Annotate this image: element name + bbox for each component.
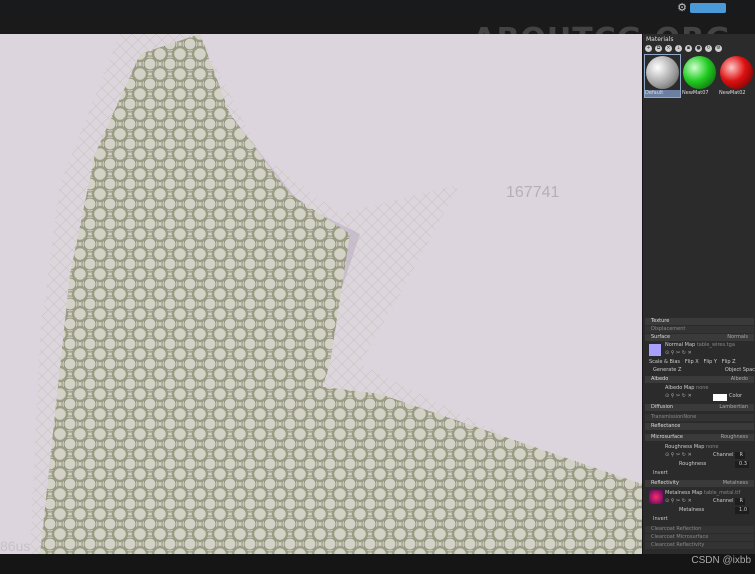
normal-map-label: Normal Map	[665, 342, 696, 348]
select-icon[interactable]: ●	[695, 45, 702, 52]
albedo-map-row: Albedo Map none	[665, 384, 755, 392]
folder-icon[interactable]: ▪	[685, 45, 692, 52]
metalness-map-thumb[interactable]	[649, 490, 663, 504]
top-badge-button[interactable]	[690, 3, 726, 13]
roughness-map-row: Roughness Map none	[665, 443, 755, 451]
metalness-channel-label: Channel	[713, 498, 734, 504]
roughness-map-label: Roughness Map	[665, 444, 705, 450]
material-item-newmat07[interactable]: NewMat07	[682, 55, 717, 97]
material-ball-icon	[683, 56, 716, 89]
status-bar	[0, 554, 755, 574]
section-label: Microsurface	[651, 434, 683, 440]
panel-title: Materials	[646, 36, 674, 43]
generate-z-label: Generate Z	[653, 367, 682, 373]
material-item-default[interactable]: Default	[644, 54, 681, 98]
section-reflectance[interactable]: Reflectance	[645, 423, 754, 430]
section-mode: Lambertian	[719, 404, 748, 410]
material-list: Default NewMat07 NewMat02	[644, 54, 754, 98]
material-label: Default	[645, 90, 680, 97]
normal-map-tools[interactable]: ⊙ ⚲ ✂ ↻ ✕	[665, 349, 755, 357]
scale-bias-row[interactable]: Scale & Bias Flip X Flip Y Flip Z	[649, 358, 755, 366]
metalness-channel-select[interactable]: R	[735, 498, 745, 505]
flip-x-label: Flip X	[684, 359, 699, 365]
section-label: Albedo	[651, 376, 669, 382]
section-mode: Albedo	[730, 376, 748, 382]
roughness-value[interactable]: 0.3	[735, 461, 749, 468]
metalness-map-label: Metalness Map	[665, 490, 703, 496]
gear-icon[interactable]: ⚙	[676, 2, 688, 14]
refresh-icon[interactable]: ↻	[705, 45, 712, 52]
section-mode: None	[683, 414, 697, 420]
material-label: NewMat07	[682, 90, 709, 96]
delete-icon[interactable]: ×	[665, 45, 672, 52]
section-clearcoat-microsurface[interactable]: Clearcoat Microsurface	[645, 534, 754, 541]
materials-panel: Materials + ⧉ × ↓ ▪ ● ↻ ⚙ Default NewMat…	[642, 34, 755, 554]
3d-viewport[interactable]: 167741	[0, 34, 642, 554]
roughness-channel-label: Channel	[713, 452, 734, 458]
albedo-map-file: none	[696, 385, 709, 391]
top-bar: ⚙	[0, 0, 755, 16]
flip-z-label: Flip Z	[721, 359, 736, 365]
color-label: Color	[729, 393, 743, 399]
metalness-map-file: table_metal.tif	[704, 490, 741, 496]
section-clearcoat-reflectivity[interactable]: Clearcoat Reflectivity	[645, 542, 754, 549]
title-bar: ABOUTCG.ORG	[0, 16, 755, 57]
panel-toolbar: + ⧉ × ↓ ▪ ● ↻ ⚙	[645, 45, 722, 52]
section-surface[interactable]: Surface Normals	[645, 334, 754, 341]
object-space-label: Object Space	[724, 367, 755, 373]
section-mode: Metalness	[722, 480, 748, 486]
section-label: Surface	[651, 334, 671, 340]
color-swatch[interactable]	[713, 394, 727, 401]
section-clearcoat-reflection[interactable]: Clearcoat Reflection	[645, 526, 754, 533]
generate-row[interactable]: Generate Z Object Space	[653, 366, 755, 374]
invert-toggle-2[interactable]: Invert	[653, 515, 755, 523]
section-transmission[interactable]: TransmissionNone	[645, 414, 754, 421]
flip-y-label: Flip Y	[703, 359, 717, 365]
settings-icon[interactable]: ⚙	[715, 45, 722, 52]
import-icon[interactable]: ↓	[675, 45, 682, 52]
material-ball-icon	[646, 56, 679, 89]
normal-map-thumb[interactable]	[649, 344, 661, 356]
section-reflectivity[interactable]: Reflectivity Metalness	[645, 480, 754, 487]
poly-count: 167741	[506, 184, 560, 201]
add-icon[interactable]: +	[645, 45, 652, 52]
duplicate-icon[interactable]: ⧉	[655, 45, 662, 52]
section-label: Reflectivity	[651, 480, 679, 486]
material-label: NewMat02	[719, 90, 746, 96]
credit-text: CSDN @ixbb	[691, 555, 751, 566]
section-label: Diffusion	[651, 404, 674, 410]
section-mode: Normals	[727, 334, 748, 340]
metalness-value[interactable]: 1.0	[735, 507, 749, 514]
material-item-newmat02[interactable]: NewMat02	[719, 55, 754, 97]
material-ball-icon	[720, 56, 753, 89]
section-diffusion[interactable]: Diffusion Lambertian	[645, 404, 754, 411]
section-label: Transmission	[651, 414, 684, 420]
section-displacement[interactable]: Displacement	[645, 326, 754, 333]
section-texture[interactable]: Texture	[645, 318, 754, 325]
invert-toggle[interactable]: Invert	[653, 469, 755, 477]
section-microsurface[interactable]: Microsurface Roughness	[645, 434, 754, 441]
scale-bias-label: Scale & Bias	[649, 359, 681, 365]
metalness-map-row: Metalness Map table_metal.tif	[665, 489, 755, 497]
normal-map-file: table_wires.tga	[696, 342, 735, 348]
roughness-map-file: none	[706, 444, 719, 450]
section-mode: Roughness	[720, 434, 748, 440]
normal-map-row: Normal Map table_wires.tga	[665, 341, 755, 349]
roughness-channel-select[interactable]: R	[735, 452, 745, 459]
frame-time: 86us	[0, 538, 31, 554]
chainmail-mesh-render	[0, 34, 642, 554]
section-albedo[interactable]: Albedo Albedo	[645, 376, 754, 383]
albedo-map-label: Albedo Map	[665, 385, 695, 391]
